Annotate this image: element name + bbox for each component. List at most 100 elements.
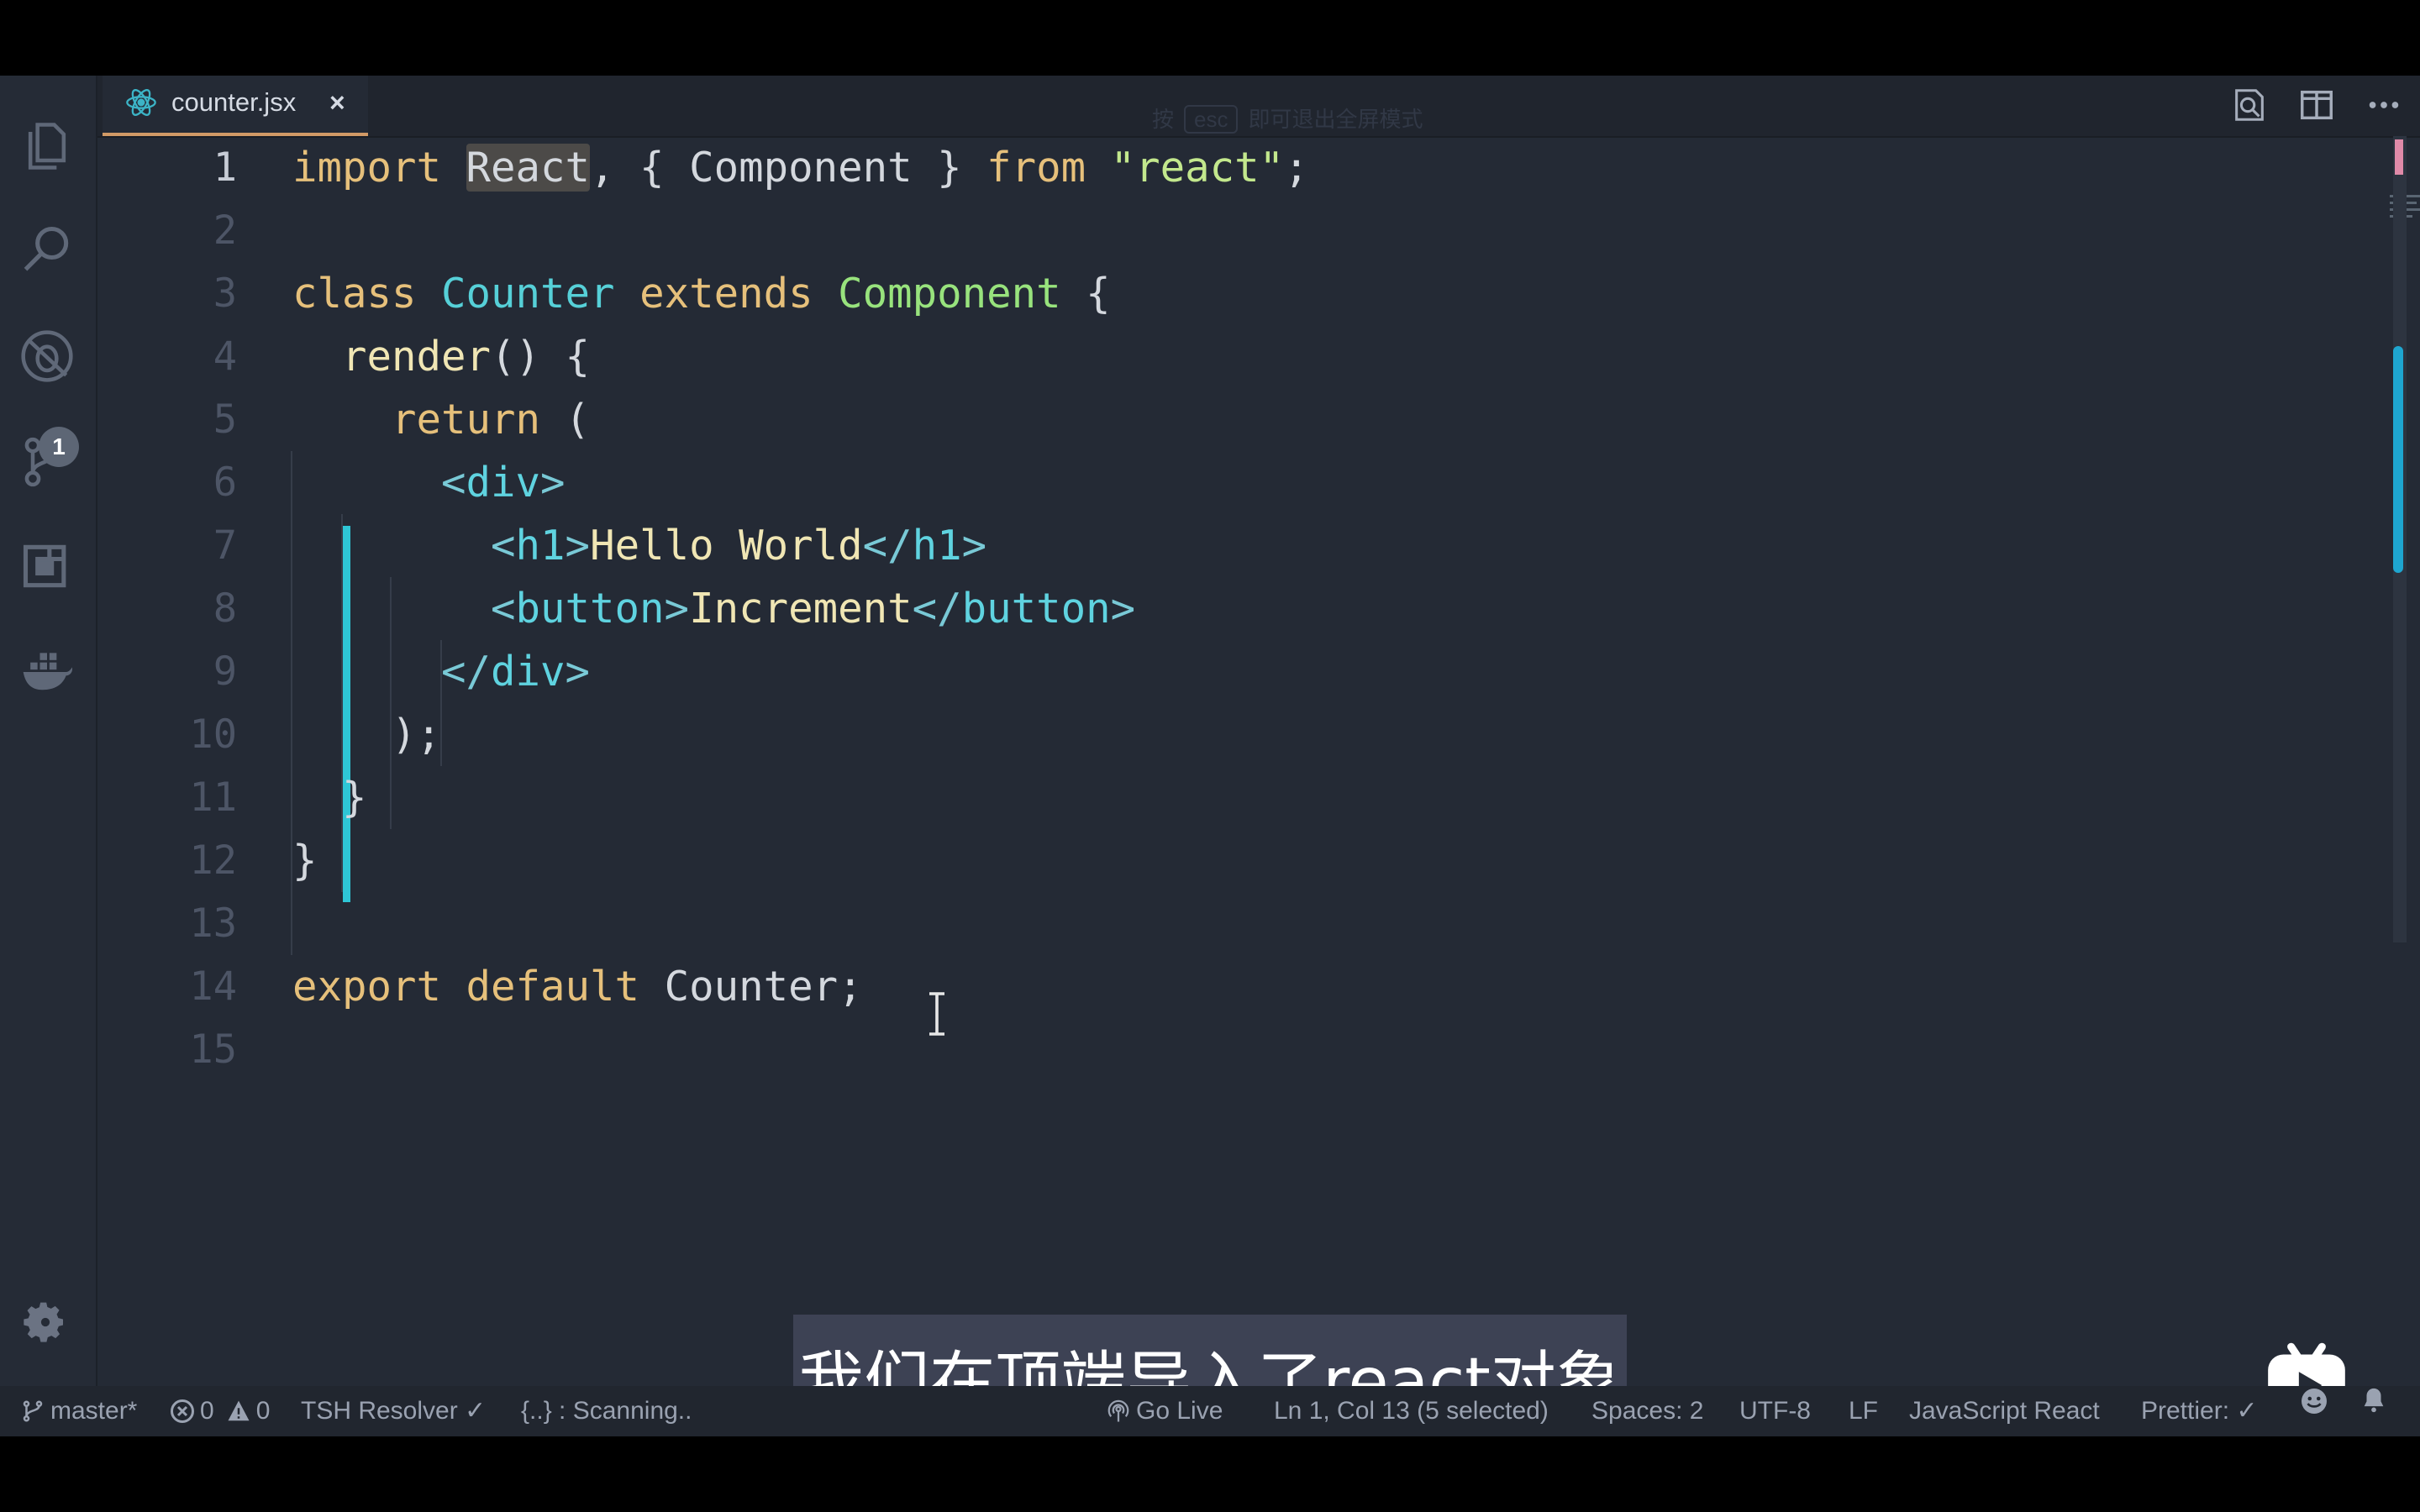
tab-filename: counter.jsx xyxy=(171,87,297,117)
code-line: 3 class Counter extends Component { xyxy=(97,262,2395,325)
token: Increment xyxy=(689,585,913,633)
line-number: 14 xyxy=(189,963,237,1010)
token: > xyxy=(961,522,987,570)
code-line: 9 </div> xyxy=(97,640,2395,703)
token: export xyxy=(292,963,442,1011)
line-number: 3 xyxy=(213,270,237,317)
code-text: class Counter extends Component { xyxy=(292,262,1111,325)
hint-key: esc xyxy=(1184,105,1239,134)
go-live-button[interactable]: Go Live xyxy=(1106,1386,1223,1436)
broadcast-icon xyxy=(1107,1399,1129,1422)
token: > xyxy=(664,585,690,633)
line-number: 7 xyxy=(213,522,237,569)
token: ( xyxy=(540,396,591,444)
vscode-window: 1 counter.jsx × 按 esc 即可退出全屏模式 1 import … xyxy=(0,76,2420,1436)
scanning-status: {..} : Scanning.. xyxy=(521,1397,692,1425)
feedback-smiley-icon[interactable] xyxy=(2299,1386,2334,1416)
problems-indicator[interactable]: 0 0 xyxy=(170,1386,270,1436)
token: </ xyxy=(441,648,492,696)
code-line: 5 return ( xyxy=(97,388,2395,451)
cursor-position[interactable]: Ln 1, Col 13 (5 selected) xyxy=(1274,1386,1549,1436)
code-text: <h1>Hello World</h1> xyxy=(292,514,986,577)
notifications-bell-icon[interactable] xyxy=(2360,1386,2393,1415)
code-line: 14 export default Counter; xyxy=(97,955,2395,1018)
warning-icon xyxy=(228,1400,250,1421)
line-number: 15 xyxy=(189,1026,237,1073)
line-number: 11 xyxy=(189,774,237,821)
tab-counter-jsx[interactable]: counter.jsx × xyxy=(103,76,368,136)
code-line: 2 xyxy=(97,199,2395,262)
line-number: 9 xyxy=(213,648,237,695)
line-number: 5 xyxy=(213,396,237,443)
extensions-icon[interactable] xyxy=(15,534,79,598)
prettier-status[interactable]: Prettier: ✓ xyxy=(2141,1386,2258,1436)
token: Component xyxy=(838,270,1061,318)
hint-text-before: 按 xyxy=(1152,107,1175,132)
error-count: 0 xyxy=(200,1397,214,1425)
code-line: 10 ); xyxy=(97,703,2395,766)
text-cursor-icon xyxy=(924,991,950,1037)
line-number: 13 xyxy=(189,900,237,947)
more-actions-icon[interactable] xyxy=(2365,86,2405,126)
code-text: </div> xyxy=(292,640,590,703)
code-text: <button>Increment</button> xyxy=(292,577,1135,640)
branch-label: master* xyxy=(50,1397,138,1425)
status-bar: master* 0 0 TSH Resolver ✓ {..} : Scanni… xyxy=(0,1386,2420,1436)
end-of-line[interactable]: LF xyxy=(1849,1386,1878,1436)
code-editor[interactable]: 1 import React, { Component } from "reac… xyxy=(97,136,2420,1386)
token: , { xyxy=(590,144,690,192)
selection-marker xyxy=(2395,139,2403,175)
selected-token: React xyxy=(466,144,591,192)
token: extends xyxy=(639,270,813,318)
code-line: 4 render() { xyxy=(97,325,2395,388)
debug-icon[interactable] xyxy=(15,324,79,388)
encoding[interactable]: UTF-8 xyxy=(1739,1386,1811,1436)
token: > xyxy=(565,522,591,570)
token: } xyxy=(292,837,318,885)
code-line: 11 } xyxy=(97,766,2395,829)
code-text: return ( xyxy=(292,388,590,451)
branch-icon xyxy=(23,1400,43,1422)
token: ; xyxy=(838,963,863,1011)
vertical-scrollbar[interactable] xyxy=(2393,136,2407,1386)
token: </ xyxy=(912,585,962,633)
code-line: 13 xyxy=(97,892,2395,955)
tsh-resolver[interactable]: TSH Resolver ✓ xyxy=(301,1386,486,1436)
warning-count: 0 xyxy=(255,1397,271,1425)
token: render xyxy=(342,333,492,381)
token: Hello World xyxy=(590,522,863,570)
open-preview-icon[interactable] xyxy=(2230,86,2270,126)
token: div xyxy=(491,648,566,696)
language-mode[interactable]: JavaScript React xyxy=(1909,1386,2100,1436)
code-line: 12 } xyxy=(97,829,2395,892)
split-editor-icon[interactable] xyxy=(2297,86,2338,126)
scroll-thumb[interactable] xyxy=(2393,346,2403,573)
scm-badge: 1 xyxy=(39,427,79,467)
code-text: import React, { Component } from "react"… xyxy=(292,136,1309,199)
git-branch[interactable]: master* xyxy=(20,1386,137,1436)
line-number: 12 xyxy=(189,837,237,884)
code-line: 6 <div> xyxy=(97,451,2395,514)
code-line: 15 xyxy=(97,1018,2395,1081)
code-text: render() { xyxy=(292,325,590,388)
token: from xyxy=(986,144,1086,192)
code-line: 8 <button>Increment</button> xyxy=(97,577,2395,640)
tab-close-icon[interactable]: × xyxy=(329,84,345,121)
explorer-icon[interactable] xyxy=(15,114,79,178)
editor-tab-bar: counter.jsx × 按 esc 即可退出全屏模式 xyxy=(97,76,2420,138)
code-text: } xyxy=(292,766,367,829)
token: < xyxy=(491,585,516,633)
indentation[interactable]: Spaces: 2 xyxy=(1591,1386,1703,1436)
token: () { xyxy=(491,333,591,381)
token: ; xyxy=(1284,144,1309,192)
settings-gear-icon[interactable] xyxy=(22,1299,69,1346)
token: < xyxy=(491,522,516,570)
line-number: 1 xyxy=(213,144,237,191)
docker-icon[interactable] xyxy=(15,640,79,704)
token: > xyxy=(1110,585,1136,633)
search-icon[interactable] xyxy=(15,218,79,282)
token: button xyxy=(515,585,665,633)
go-live-label: Go Live xyxy=(1136,1397,1223,1425)
code-text: export default Counter; xyxy=(292,955,863,1018)
hint-text-after: 即可退出全屏模式 xyxy=(1248,107,1423,132)
